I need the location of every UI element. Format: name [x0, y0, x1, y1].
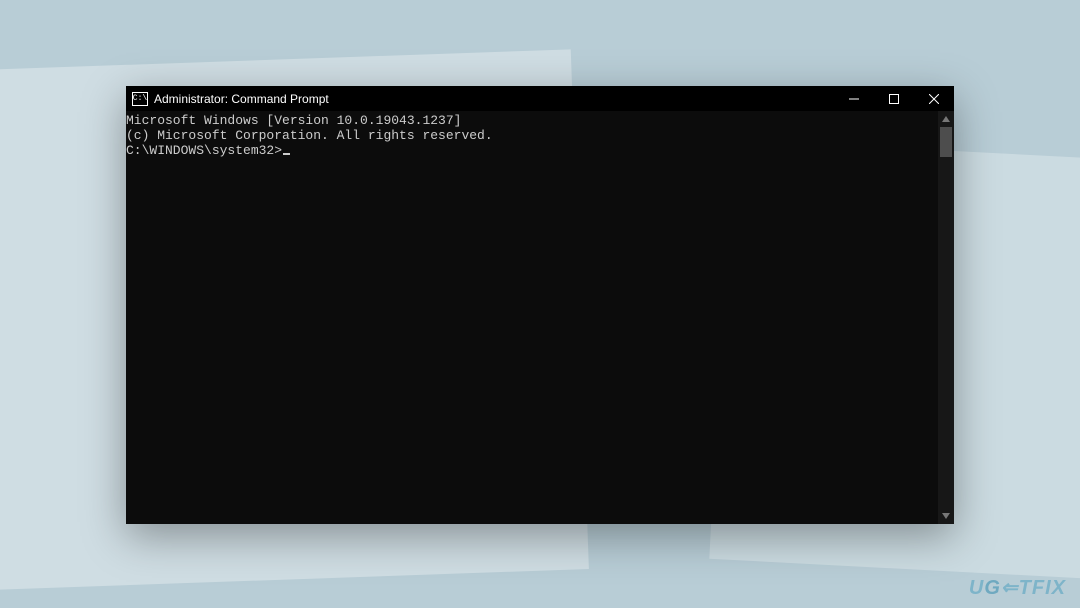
output-line: Microsoft Windows [Version 10.0.19043.12… — [126, 113, 938, 128]
window-controls — [834, 86, 954, 111]
watermark-arrow-icon: ⇐ — [1001, 577, 1019, 599]
titlebar[interactable]: C:\ Administrator: Command Prompt — [126, 86, 954, 111]
close-icon — [929, 94, 939, 104]
terminal-area: Microsoft Windows [Version 10.0.19043.12… — [126, 111, 954, 524]
scroll-thumb[interactable] — [940, 127, 952, 157]
maximize-button[interactable] — [874, 86, 914, 111]
prompt-line: C:\WINDOWS\system32> — [126, 143, 938, 158]
watermark-text: TFIX — [1019, 577, 1066, 599]
terminal-output[interactable]: Microsoft Windows [Version 10.0.19043.12… — [126, 111, 938, 524]
window-title: Administrator: Command Prompt — [154, 92, 329, 106]
minimize-button[interactable] — [834, 86, 874, 111]
vertical-scrollbar[interactable] — [938, 111, 954, 524]
scroll-down-button[interactable] — [938, 508, 954, 524]
close-button[interactable] — [914, 86, 954, 111]
chevron-down-icon — [942, 513, 950, 519]
scroll-up-button[interactable] — [938, 111, 954, 127]
maximize-icon — [889, 94, 899, 104]
minimize-icon — [849, 94, 859, 104]
output-line: (c) Microsoft Corporation. All rights re… — [126, 128, 938, 143]
cmd-icon: C:\ — [132, 92, 148, 106]
chevron-up-icon — [942, 116, 950, 122]
watermark-text: U — [969, 577, 984, 599]
watermark-text: G — [984, 577, 1001, 599]
prompt-text: C:\WINDOWS\system32> — [126, 143, 282, 158]
watermark-logo: UG⇐TFIX — [969, 575, 1066, 600]
cursor — [283, 153, 290, 155]
command-prompt-window: C:\ Administrator: Command Prompt Micros… — [126, 86, 954, 524]
